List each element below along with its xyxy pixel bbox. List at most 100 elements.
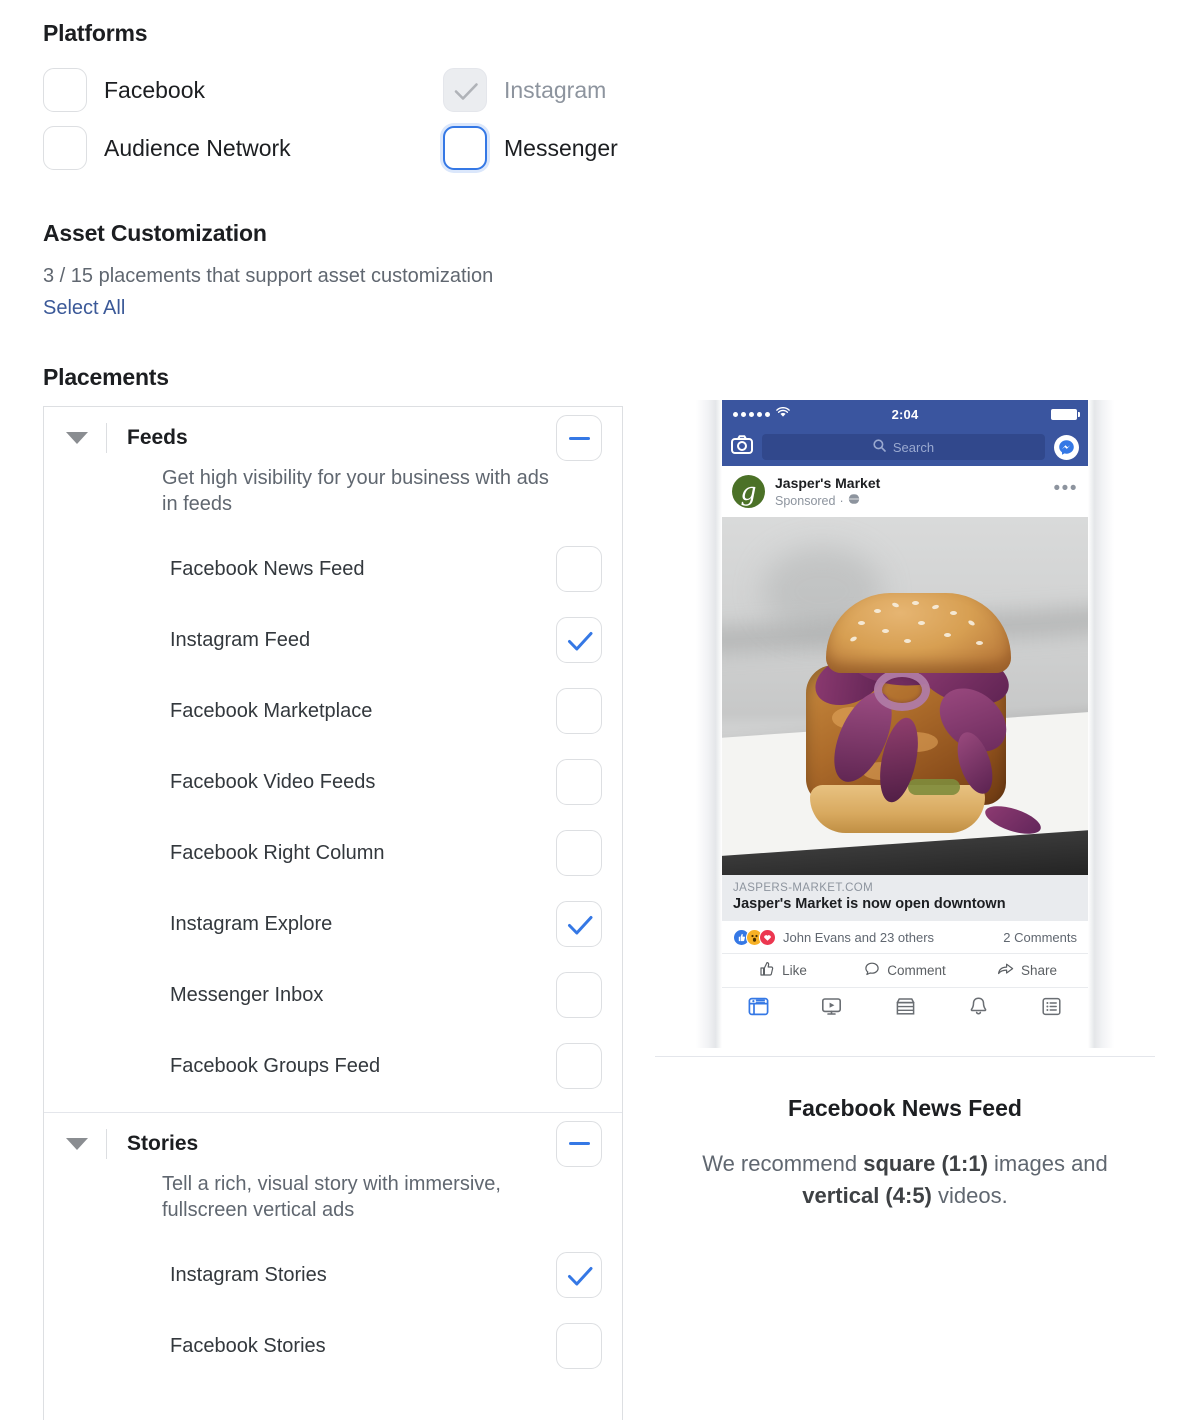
- placements-heading: Placements: [43, 364, 169, 391]
- platform-option-audience-network[interactable]: Audience Network: [43, 126, 443, 170]
- rec-text-bold-2: vertical (4:5): [802, 1183, 932, 1208]
- group-description-feeds: Get high visibility for your business wi…: [44, 465, 622, 518]
- header-divider: [106, 1129, 107, 1159]
- preview-placement-title: Facebook News Feed: [655, 1095, 1155, 1122]
- platform-label-audience-network: Audience Network: [104, 135, 291, 162]
- share-button[interactable]: Share: [966, 961, 1088, 980]
- group-description-stories: Tell a rich, visual story with immersive…: [44, 1171, 622, 1224]
- checkbox-audience-network[interactable]: [43, 126, 87, 170]
- caret-down-icon[interactable]: [66, 1138, 88, 1150]
- placement-item-facebook-video-feeds[interactable]: Facebook Video Feeds: [44, 747, 622, 818]
- placements-editor-page: Platforms Facebook Instagram Audience Ne…: [0, 0, 1184, 1420]
- caret-down-icon[interactable]: [66, 432, 88, 444]
- checkbox-facebook-video-feeds[interactable]: [556, 759, 602, 805]
- post-header: g Jasper's Market Sponsored · •••: [722, 466, 1088, 517]
- placement-item-instagram-stories[interactable]: Instagram Stories: [44, 1240, 622, 1311]
- like-button-label: Like: [782, 963, 807, 978]
- checkbox-facebook-marketplace[interactable]: [556, 688, 602, 734]
- link-url: JASPERS-MARKET.COM: [733, 882, 1077, 894]
- share-button-label: Share: [1021, 963, 1057, 978]
- rec-text-part-3: videos.: [932, 1183, 1008, 1208]
- placement-item-facebook-stories[interactable]: Facebook Stories: [44, 1311, 622, 1382]
- avatar[interactable]: g: [732, 475, 765, 508]
- search-input[interactable]: Search: [762, 434, 1045, 460]
- header-divider: [106, 423, 107, 453]
- placement-item-instagram-feed[interactable]: Instagram Feed: [44, 605, 622, 676]
- post-actions-bar: Like Comment Share: [722, 954, 1088, 988]
- phone-bezel-right: [1088, 400, 1114, 1048]
- placement-item-instagram-explore[interactable]: Instagram Explore: [44, 889, 622, 960]
- onion-ring: [874, 669, 930, 711]
- comment-button[interactable]: Comment: [844, 961, 966, 980]
- link-headline: Jasper's Market is now open downtown: [733, 896, 1077, 912]
- page-name[interactable]: Jasper's Market: [775, 475, 880, 491]
- marketplace-icon: [895, 996, 916, 1022]
- status-bar-clock: 2:04: [722, 407, 1088, 422]
- platforms-checkbox-grid: Facebook Instagram Audience Network Mess…: [43, 68, 653, 170]
- messenger-icon[interactable]: [1054, 435, 1079, 460]
- search-icon: [873, 439, 886, 455]
- checkbox-messenger-inbox[interactable]: [556, 972, 602, 1018]
- checkbox-facebook-news-feed[interactable]: [556, 546, 602, 592]
- asset-customization-subtitle: 3 / 15 placements that support asset cus…: [43, 265, 493, 288]
- news-feed-icon: [748, 996, 769, 1022]
- comment-button-label: Comment: [887, 963, 946, 978]
- select-all-link[interactable]: Select All: [43, 297, 125, 320]
- group-header-stories[interactable]: Stories: [44, 1113, 622, 1175]
- placement-group-stories: Stories Tell a rich, visual story with i…: [44, 1113, 622, 1392]
- checkbox-facebook-groups-feed[interactable]: [556, 1043, 602, 1089]
- placement-item-facebook-marketplace[interactable]: Facebook Marketplace: [44, 676, 622, 747]
- checkbox-facebook-stories[interactable]: [556, 1323, 602, 1369]
- nav-menu[interactable]: [1015, 996, 1088, 1022]
- group-header-feeds[interactable]: Feeds: [44, 407, 622, 469]
- globe-icon: [848, 493, 860, 508]
- nav-notifications[interactable]: [942, 996, 1015, 1022]
- reactions-row: John Evans and 23 others 2 Comments: [722, 921, 1088, 954]
- placement-label: Facebook Groups Feed: [170, 1055, 556, 1078]
- placement-item-messenger-inbox[interactable]: Messenger Inbox: [44, 960, 622, 1031]
- checkbox-instagram-feed[interactable]: [556, 617, 602, 663]
- placement-item-facebook-news-feed[interactable]: Facebook News Feed: [44, 534, 622, 605]
- notifications-bell-icon: [968, 996, 989, 1022]
- nav-watch[interactable]: [795, 996, 868, 1022]
- comments-count[interactable]: 2 Comments: [1003, 930, 1077, 945]
- checkbox-instagram: [443, 68, 487, 112]
- checkbox-instagram-stories[interactable]: [556, 1252, 602, 1298]
- battery-full-icon: [1051, 409, 1077, 420]
- preview-caption: Facebook News Feed We recommend square (…: [655, 1056, 1155, 1212]
- platform-label-facebook: Facebook: [104, 77, 205, 104]
- ios-status-bar: 2:04: [722, 400, 1088, 428]
- preview-recommendation-text: We recommend square (1:1) images and ver…: [655, 1148, 1155, 1212]
- watch-video-icon: [821, 996, 842, 1022]
- checkbox-instagram-explore[interactable]: [556, 901, 602, 947]
- platform-option-facebook[interactable]: Facebook: [43, 68, 443, 112]
- minus-icon-button-stories[interactable]: [556, 1121, 602, 1167]
- like-button[interactable]: Like: [722, 961, 844, 980]
- ellipsis-icon[interactable]: •••: [1054, 483, 1078, 494]
- nav-news-feed[interactable]: [722, 996, 795, 1022]
- placements-panel: Feeds Get high visibility for your busin…: [43, 406, 623, 1420]
- placement-label: Facebook Right Column: [170, 842, 556, 865]
- placement-label: Facebook News Feed: [170, 558, 556, 581]
- phone-bezel-left: [696, 400, 722, 1048]
- rec-text-part-2: images and: [988, 1151, 1108, 1176]
- link-attachment-card[interactable]: JASPERS-MARKET.COM Jasper's Market is no…: [722, 875, 1088, 921]
- comment-bubble-icon: [864, 961, 880, 980]
- rec-text-bold-1: square (1:1): [863, 1151, 988, 1176]
- platform-option-messenger[interactable]: Messenger: [443, 126, 653, 170]
- checkbox-facebook[interactable]: [43, 68, 87, 112]
- post-meta: Jasper's Market Sponsored ·: [775, 475, 1054, 508]
- reactions-text[interactable]: John Evans and 23 others: [783, 930, 1003, 945]
- thumbs-up-icon: [759, 961, 775, 980]
- placement-label: Facebook Marketplace: [170, 700, 556, 723]
- nav-marketplace[interactable]: [868, 996, 941, 1022]
- placement-item-facebook-right-column[interactable]: Facebook Right Column: [44, 818, 622, 889]
- camera-icon[interactable]: [731, 435, 753, 459]
- minus-icon-button-feeds[interactable]: [556, 415, 602, 461]
- checkbox-messenger[interactable]: [443, 126, 487, 170]
- bottom-navigation-bar: [722, 988, 1088, 1032]
- placement-item-facebook-groups-feed[interactable]: Facebook Groups Feed: [44, 1031, 622, 1102]
- checkbox-facebook-right-column[interactable]: [556, 830, 602, 876]
- share-arrow-icon: [997, 961, 1014, 980]
- love-icon: [759, 929, 776, 946]
